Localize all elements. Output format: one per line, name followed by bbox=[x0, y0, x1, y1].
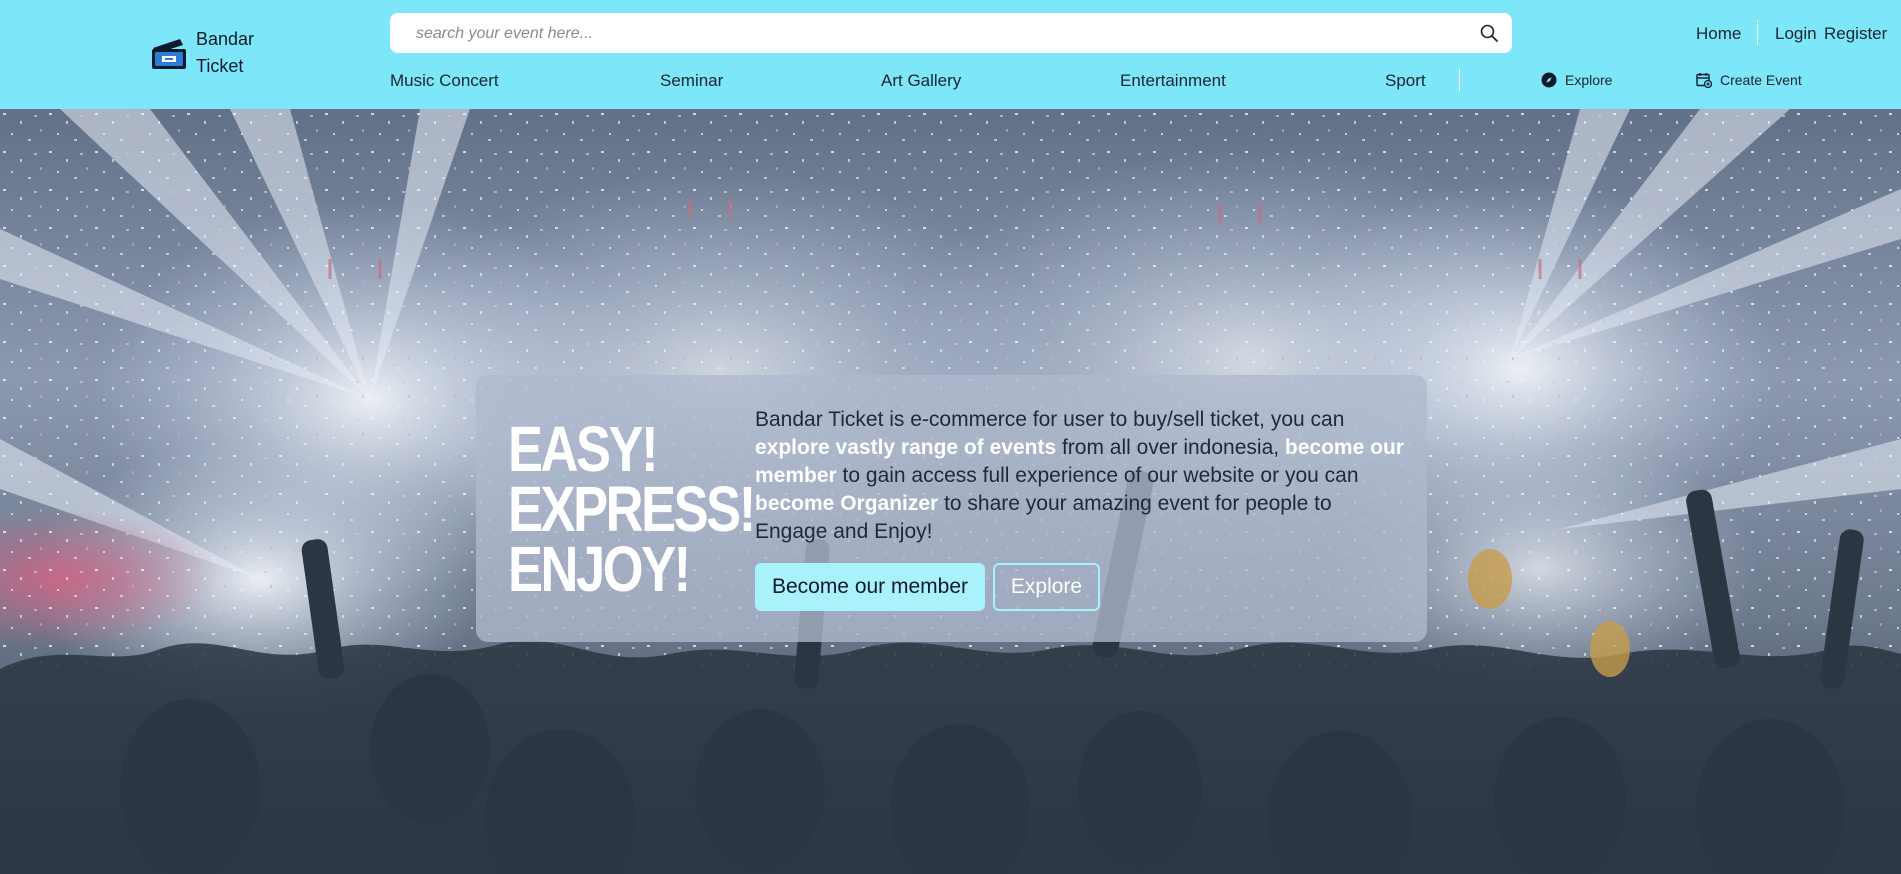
search-input[interactable] bbox=[414, 13, 1458, 55]
nav-login-link[interactable]: Login bbox=[1775, 24, 1817, 44]
search-bar bbox=[390, 13, 1512, 55]
brand-name-line1: Bandar bbox=[196, 29, 255, 49]
category-sport[interactable]: Sport bbox=[1385, 71, 1426, 91]
create-event-nav-label: Create Event bbox=[1720, 72, 1802, 88]
calendar-add-icon bbox=[1696, 73, 1712, 88]
desc-text-1: Bandar Ticket is e-commerce for user to … bbox=[755, 408, 1345, 431]
nav-register-link[interactable]: Register bbox=[1824, 24, 1887, 44]
slogan-line-express: EXPRESS! bbox=[508, 473, 756, 545]
become-member-button[interactable]: Become our member bbox=[755, 563, 985, 611]
hero-section: EASY! EXPRESS! ENJOY! Bandar Ticket is e… bbox=[0, 109, 1901, 874]
desc-text-3: to gain access full experience of our we… bbox=[836, 464, 1359, 487]
category-art-gallery[interactable]: Art Gallery bbox=[881, 71, 961, 91]
brand-logo[interactable]: Bandar Ticket bbox=[150, 26, 254, 80]
brand-name-line2: Ticket bbox=[196, 56, 244, 76]
category-entertainment[interactable]: Entertainment bbox=[1120, 71, 1226, 91]
header: Bandar Ticket Home Login Register Music … bbox=[0, 0, 1901, 109]
hero-description: Bandar Ticket is e-commerce for user to … bbox=[755, 406, 1405, 546]
slogan-line-easy: EASY! bbox=[508, 413, 659, 485]
compass-icon bbox=[1541, 72, 1557, 88]
desc-text-2: from all over indonesia, bbox=[1056, 436, 1285, 459]
search-icon[interactable] bbox=[1480, 24, 1498, 42]
category-divider bbox=[1459, 69, 1460, 91]
create-event-nav-link[interactable]: Create Event bbox=[1696, 72, 1802, 88]
explore-button[interactable]: Explore bbox=[993, 563, 1100, 611]
hero-info-panel: EASY! EXPRESS! ENJOY! Bandar Ticket is e… bbox=[476, 375, 1427, 642]
ticket-icon bbox=[152, 39, 186, 69]
hero-slogan: EASY! EXPRESS! ENJOY! bbox=[508, 413, 756, 605]
category-seminar[interactable]: Seminar bbox=[660, 71, 723, 91]
desc-highlight-organizer: become Organizer bbox=[755, 492, 939, 515]
brand-name: Bandar Ticket bbox=[196, 26, 254, 80]
category-music-concert[interactable]: Music Concert bbox=[390, 71, 499, 91]
explore-nav-link[interactable]: Explore bbox=[1541, 72, 1612, 88]
explore-nav-label: Explore bbox=[1565, 72, 1613, 88]
slogan-line-enjoy: ENJOY! bbox=[508, 533, 691, 605]
desc-highlight-explore: explore vastly range of events bbox=[755, 436, 1057, 459]
nav-home-link[interactable]: Home bbox=[1696, 24, 1741, 44]
top-nav-divider bbox=[1757, 20, 1758, 45]
